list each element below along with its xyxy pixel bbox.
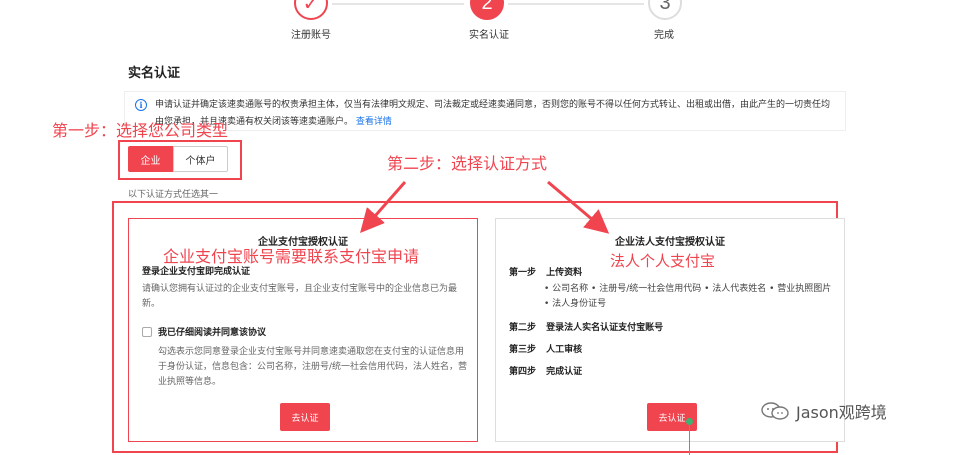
watermark: Jason观跨境 xyxy=(760,399,887,423)
watermark-text: Jason观跨境 xyxy=(796,403,887,422)
arrow-to-left-card xyxy=(360,181,407,234)
wechat-icon xyxy=(761,402,789,420)
annotation-arrows xyxy=(360,180,610,234)
arrow-to-right-card xyxy=(547,180,610,234)
